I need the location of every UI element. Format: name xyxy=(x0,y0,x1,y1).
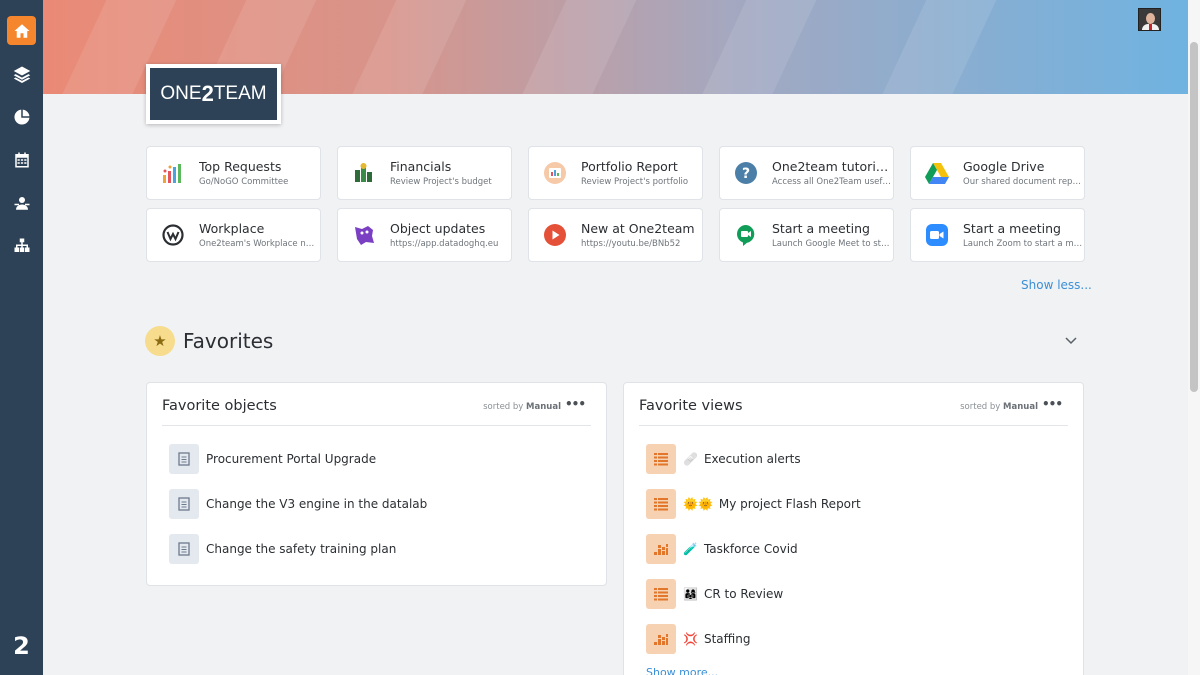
shortcut-card[interactable]: Financials Review Project's budget xyxy=(337,146,512,200)
shortcut-subtitle: https://youtu.be/BNb52 xyxy=(581,239,681,249)
pie-chart-icon xyxy=(13,109,29,125)
shortcut-title: Financials xyxy=(390,159,452,174)
list-item-label: 🌞🌞 My project Flash Report xyxy=(683,496,861,512)
list-item[interactable]: Change the safety training plan xyxy=(169,532,396,566)
sort-indicator[interactable]: sorted by Manual xyxy=(960,402,1038,412)
money-icon xyxy=(352,161,376,185)
sidebar-item-hierarchy[interactable] xyxy=(7,231,36,260)
layers-icon xyxy=(13,66,30,83)
org-chart-icon xyxy=(14,238,29,252)
list-item-label: 👨‍👩‍👧 CR to Review xyxy=(683,586,784,602)
panel-title: Favorite objects xyxy=(162,398,277,414)
shortcut-subtitle: Launch Google Meet to start a meeting xyxy=(772,239,892,249)
scrollbar-thumb[interactable] xyxy=(1190,42,1198,392)
table-icon xyxy=(646,579,676,609)
document-icon xyxy=(169,489,199,519)
svg-text:?: ? xyxy=(742,166,750,182)
shortcut-card[interactable]: Google Drive Our shared document reposito… xyxy=(910,146,1085,200)
shortcut-subtitle: Access all One2Team useful links xyxy=(772,177,892,187)
chart-icon xyxy=(646,534,676,564)
calendar-icon xyxy=(14,152,29,167)
shortcut-title: Google Drive xyxy=(963,159,1045,174)
list-item[interactable]: 🌞🌞 My project Flash Report xyxy=(646,487,861,521)
shortcut-card[interactable]: Workplace One2team's Workplace network xyxy=(146,208,321,262)
bar-chart-icon xyxy=(161,161,185,185)
brand-logo: ONE 2 TEAM xyxy=(146,64,281,124)
shortcut-title: Top Requests xyxy=(199,159,282,174)
google-meet-icon xyxy=(734,223,758,247)
table-icon xyxy=(646,489,676,519)
list-item-label: Change the V3 engine in the datalab xyxy=(206,497,428,511)
list-item[interactable]: 💢 Staffing xyxy=(646,622,750,656)
google-drive-icon xyxy=(925,161,949,185)
sidebar: 2 xyxy=(0,0,43,675)
shortcut-title: New at One2team xyxy=(581,221,695,236)
shortcut-subtitle: Review Project's portfolio xyxy=(581,177,689,187)
sidebar-item-calendar[interactable] xyxy=(7,145,36,174)
list-item[interactable]: Procurement Portal Upgrade xyxy=(169,442,376,476)
sidebar-item-home[interactable] xyxy=(7,16,36,45)
show-less-link[interactable]: Show less... xyxy=(1021,278,1092,292)
shortcut-subtitle: Go/NoGO Committee xyxy=(199,177,289,187)
shortcut-subtitle: One2team's Workplace network xyxy=(199,239,319,249)
sidebar-item-people[interactable] xyxy=(7,188,36,217)
star-icon: ★ xyxy=(145,326,175,356)
list-item-label: 🩹 Execution alerts xyxy=(683,451,801,467)
favorites-title: Favorites xyxy=(183,329,274,353)
list-item-label: Procurement Portal Upgrade xyxy=(206,452,377,466)
shortcut-title: Start a meeting xyxy=(963,221,1061,236)
shortcut-title: Portfolio Report xyxy=(581,159,678,174)
shortcut-card[interactable]: New at One2team https://youtu.be/BNb52 xyxy=(528,208,703,262)
shortcut-title: Object updates xyxy=(390,221,486,236)
shortcut-title: One2team tutorials xyxy=(772,159,890,174)
user-group-icon xyxy=(14,196,29,210)
shortcut-card[interactable]: Top Requests Go/NoGO Committee xyxy=(146,146,321,200)
shortcut-card[interactable]: Object updates https://app.datadoghq.eu xyxy=(337,208,512,262)
document-icon xyxy=(169,444,199,474)
shortcut-subtitle: Launch Zoom to start a meeting xyxy=(963,239,1083,249)
portfolio-icon xyxy=(543,161,567,185)
sidebar-item-reports[interactable] xyxy=(7,102,36,131)
zoom-icon xyxy=(925,223,949,247)
chart-icon xyxy=(646,624,676,654)
help-icon: ? xyxy=(734,161,758,185)
more-options-icon[interactable]: ••• xyxy=(1042,397,1063,411)
play-icon xyxy=(543,223,567,247)
table-icon xyxy=(646,444,676,474)
shortcut-card[interactable]: Start a meeting Launch Google Meet to sta… xyxy=(719,208,894,262)
sidebar-logo[interactable]: 2 xyxy=(0,632,43,660)
panel-title: Favorite views xyxy=(639,398,743,414)
shortcut-card[interactable]: Portfolio Report Review Project's portfol… xyxy=(528,146,703,200)
favorite-views-panel: Favorite views sorted by Manual ••• 🩹 Exe… xyxy=(623,382,1084,675)
favorite-objects-panel: Favorite objects sorted by Manual ••• Pr… xyxy=(146,382,607,586)
list-item[interactable]: 🧪 Taskforce Covid xyxy=(646,532,798,566)
more-options-icon[interactable]: ••• xyxy=(565,397,586,411)
avatar[interactable] xyxy=(1138,8,1161,31)
list-item[interactable]: Change the V3 engine in the datalab xyxy=(169,487,427,521)
datadog-icon xyxy=(352,223,376,247)
shortcut-card[interactable]: ? One2team tutorials Access all One2Team … xyxy=(719,146,894,200)
workplace-icon xyxy=(161,223,185,247)
show-more-link[interactable]: Show more... xyxy=(646,666,718,675)
home-icon xyxy=(14,23,29,38)
shortcut-title: Workplace xyxy=(199,221,265,236)
list-item-label: Change the safety training plan xyxy=(206,542,397,556)
list-item[interactable]: 🩹 Execution alerts xyxy=(646,442,801,476)
shortcut-title: Start a meeting xyxy=(772,221,870,236)
list-item[interactable]: 👨‍👩‍👧 CR to Review xyxy=(646,577,783,611)
shortcut-subtitle: Our shared document repository xyxy=(963,177,1083,187)
list-item-label: 🧪 Taskforce Covid xyxy=(683,541,798,557)
shortcut-subtitle: https://app.datadoghq.eu xyxy=(390,239,499,249)
list-item-label: 💢 Staffing xyxy=(683,631,751,647)
shortcut-card[interactable]: Start a meeting Launch Zoom to start a me… xyxy=(910,208,1085,262)
sidebar-item-layers[interactable] xyxy=(7,59,36,88)
shortcut-subtitle: Review Project's budget xyxy=(390,177,492,187)
document-icon xyxy=(169,534,199,564)
chevron-down-icon[interactable] xyxy=(1063,332,1079,348)
sort-indicator[interactable]: sorted by Manual xyxy=(483,402,561,412)
